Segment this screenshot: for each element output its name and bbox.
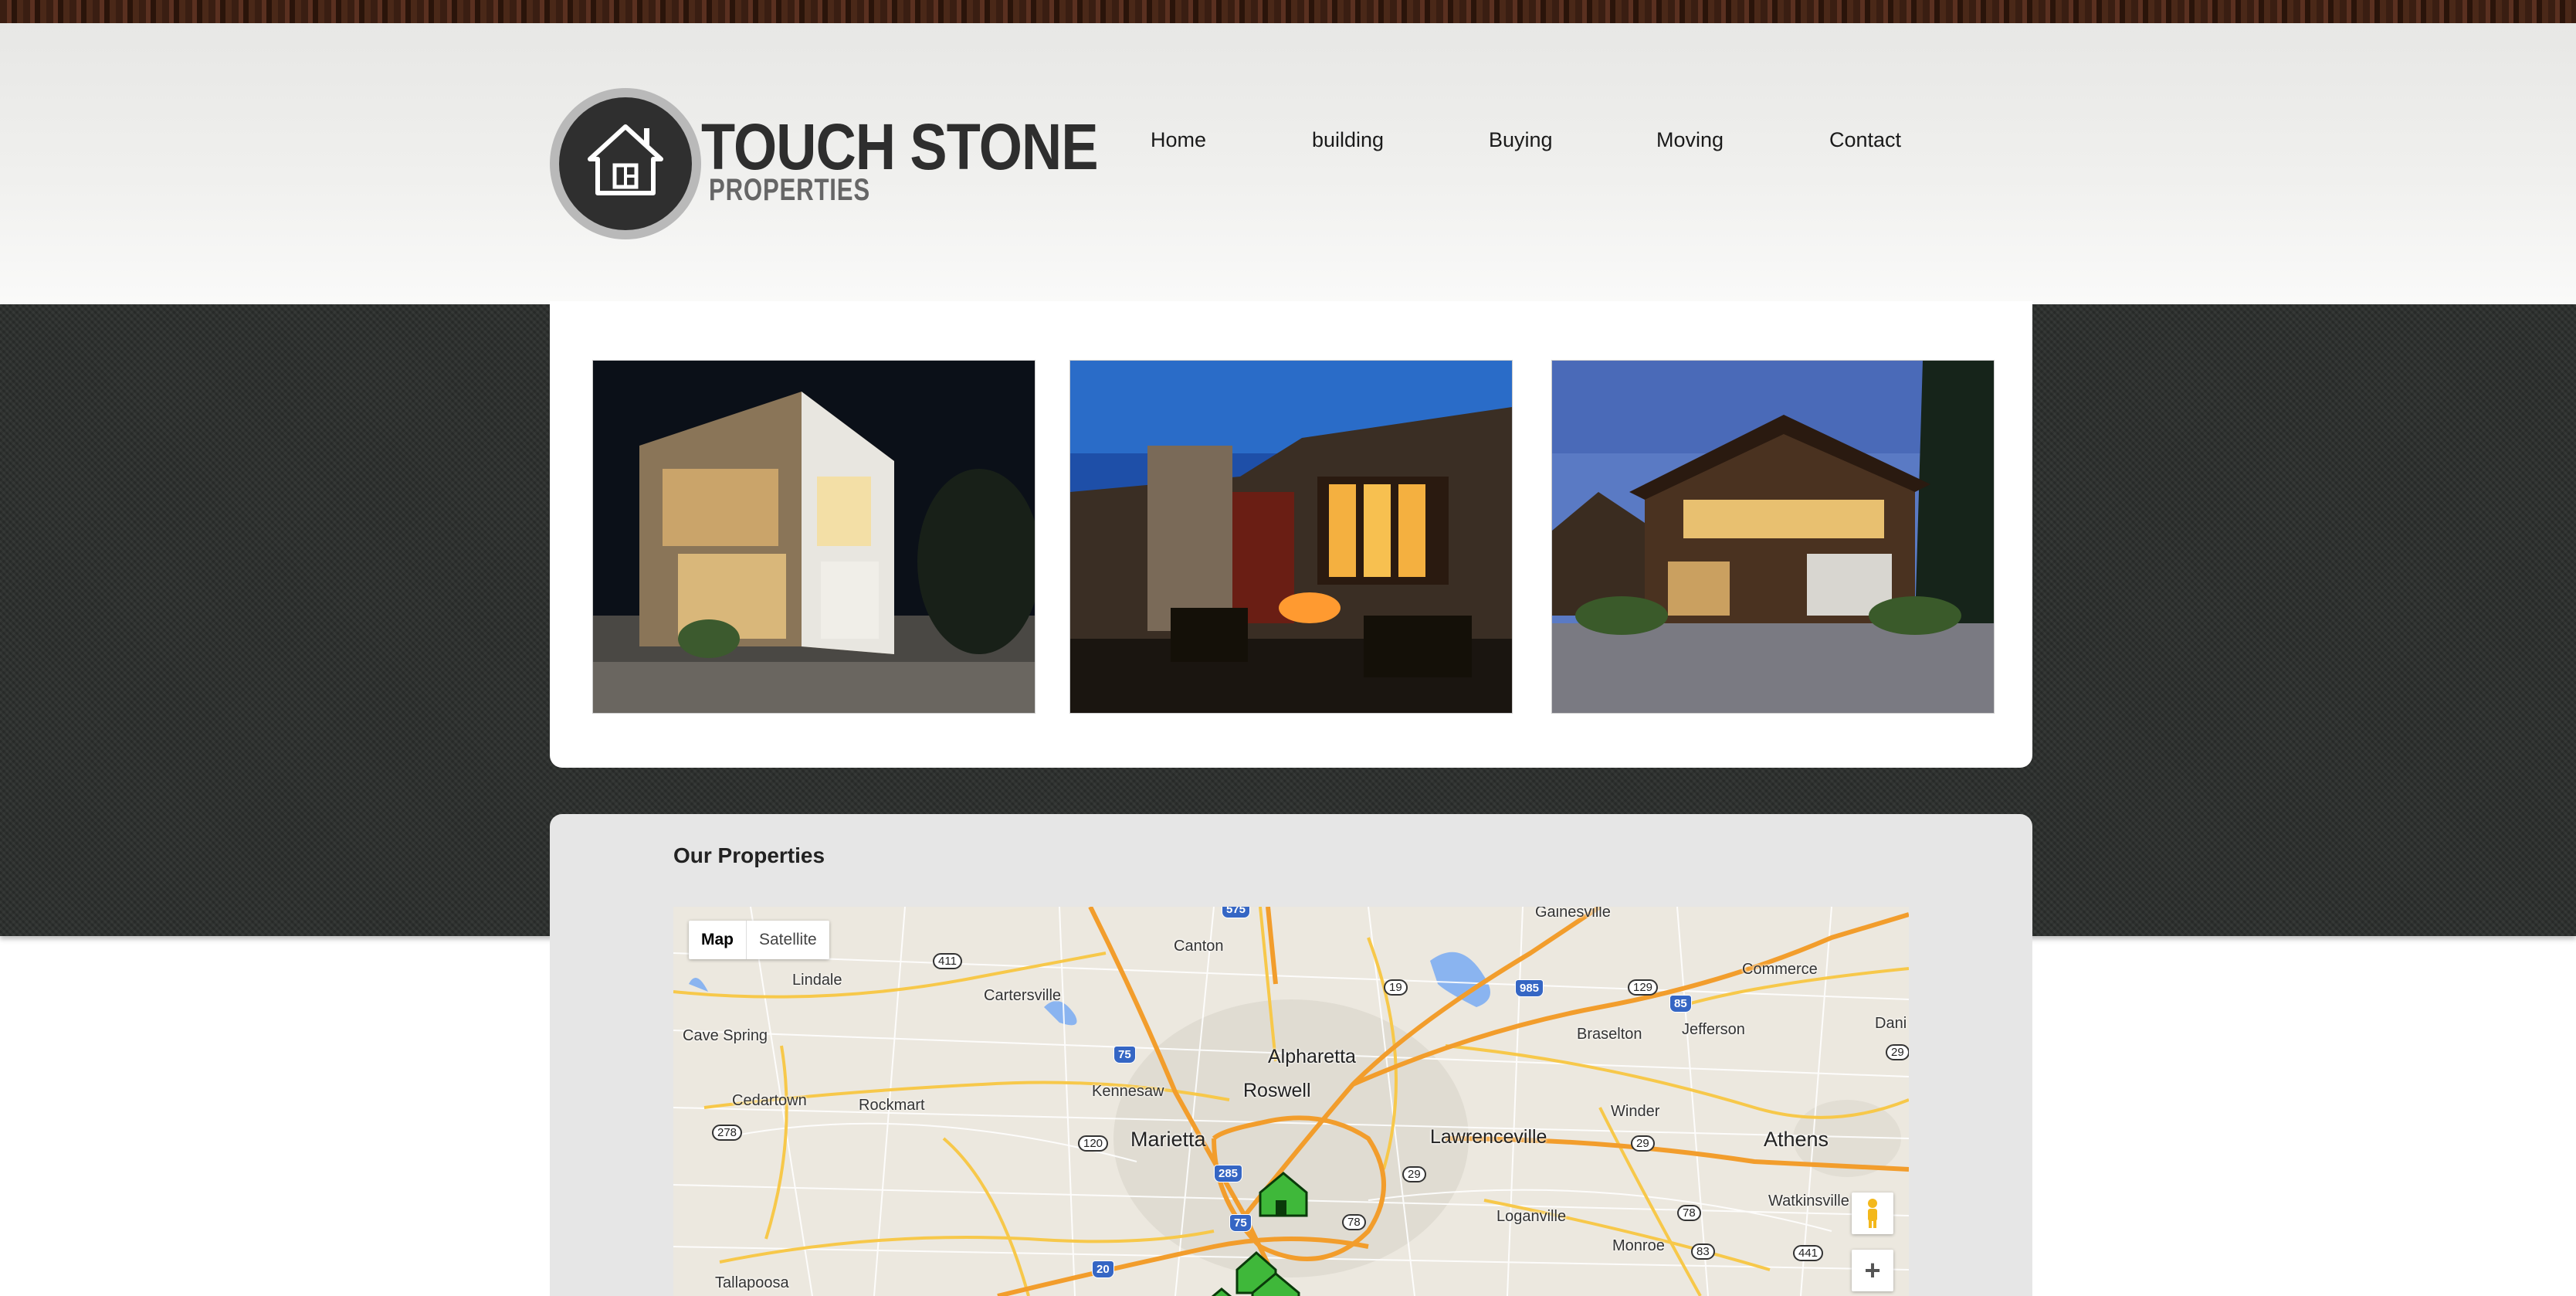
map-label-commerce: Commerce	[1742, 961, 1818, 978]
map-type-map-button[interactable]: Map	[689, 921, 747, 959]
property-marker-house-icon[interactable]	[1259, 1172, 1308, 1217]
interstate-shield-75: 75	[1113, 1046, 1136, 1064]
nav-home-link[interactable]: Home	[1151, 128, 1206, 152]
interstate-shield-985: 985	[1515, 979, 1544, 997]
highway-marker-29-east: 29	[1886, 1044, 1909, 1060]
highway-marker-78-east: 78	[1677, 1205, 1701, 1221]
map-label-alpharetta: Alpharetta	[1268, 1046, 1356, 1067]
map-label-braselton: Braselton	[1577, 1026, 1642, 1043]
map-label-canton: Canton	[1174, 938, 1224, 955]
map-type-control: Map Satellite	[689, 921, 829, 959]
properties-card: Our Properties Gainesville Canton Carter…	[550, 814, 2032, 1296]
map-label-athens: Athens	[1764, 1128, 1829, 1151]
logo-house-icon[interactable]	[550, 88, 701, 239]
property-photo-1[interactable]	[592, 360, 1035, 714]
highway-marker-129: 129	[1628, 979, 1659, 996]
highway-marker-29-winder: 29	[1631, 1135, 1655, 1152]
map-label-rockmart: Rockmart	[859, 1097, 925, 1114]
map-label-watkinsville: Watkinsville	[1768, 1193, 1849, 1209]
properties-map[interactable]: Gainesville ne Canton Cartersville Linda…	[673, 907, 1909, 1296]
properties-heading: Our Properties	[673, 843, 825, 867]
map-label-marietta: Marietta	[1130, 1128, 1206, 1151]
interstate-shield-20: 20	[1092, 1260, 1114, 1278]
map-label-kennesaw: Kennesaw	[1092, 1083, 1164, 1100]
house-icon	[588, 124, 663, 195]
map-label-lawrenceville: Lawrenceville	[1430, 1126, 1547, 1148]
stone-house-firepit-image	[1070, 361, 1512, 713]
property-photo-3[interactable]	[1551, 360, 1995, 714]
property-photo-2[interactable]	[1069, 360, 1513, 714]
map-label-monroe: Monroe	[1612, 1237, 1665, 1254]
top-wood-strip	[0, 0, 2576, 23]
map-label-winder: Winder	[1611, 1103, 1660, 1120]
nav-contact-link[interactable]: Contact	[1829, 128, 1901, 152]
map-label-tallapoosa: Tallapoosa	[715, 1274, 789, 1291]
brand-title: TOUCH STONE	[701, 110, 1099, 183]
map-label-cedartown: Cedartown	[732, 1092, 807, 1109]
highway-marker-120: 120	[1078, 1135, 1109, 1152]
nav-building-link[interactable]: building	[1312, 128, 1384, 152]
zoom-in-button[interactable]: +	[1852, 1250, 1893, 1291]
interstate-shield-575: 575	[1222, 907, 1251, 918]
highway-marker-278: 278	[712, 1125, 743, 1141]
map-label-cave-spring: Cave Spring	[683, 1027, 768, 1044]
map-label-jefferson: Jefferson	[1682, 1021, 1745, 1038]
highway-marker-411: 411	[933, 953, 962, 969]
map-label-roswell: Roswell	[1243, 1080, 1311, 1101]
interstate-shield-85: 85	[1669, 995, 1692, 1013]
highway-marker-29: 29	[1402, 1166, 1426, 1182]
brand-subtitle: PROPERTIES	[709, 173, 870, 207]
logo-badge	[559, 97, 692, 230]
wood-modern-house-image	[1552, 361, 1994, 713]
highway-marker-83: 83	[1691, 1243, 1715, 1260]
map-type-satellite-button[interactable]: Satellite	[747, 921, 829, 959]
map-label-gainesville: Gainesville	[1535, 907, 1611, 921]
map-label-loganville: Loganville	[1496, 1208, 1567, 1225]
map-label-dani: Dani	[1875, 1015, 1907, 1032]
gallery-card	[550, 301, 2032, 768]
street-view-pegman-icon[interactable]	[1852, 1193, 1893, 1234]
property-markers	[1211, 1172, 1308, 1296]
map-label-lindale: Lindale	[792, 972, 842, 989]
modern-cube-house-image	[593, 361, 1035, 713]
highway-marker-19: 19	[1384, 979, 1408, 996]
map-label-cartersville: Cartersville	[984, 987, 1062, 1004]
highway-marker-441: 441	[1793, 1245, 1824, 1261]
nav-buying-link[interactable]: Buying	[1489, 128, 1553, 152]
nav-moving-link[interactable]: Moving	[1656, 128, 1724, 152]
site-header	[0, 23, 2576, 304]
